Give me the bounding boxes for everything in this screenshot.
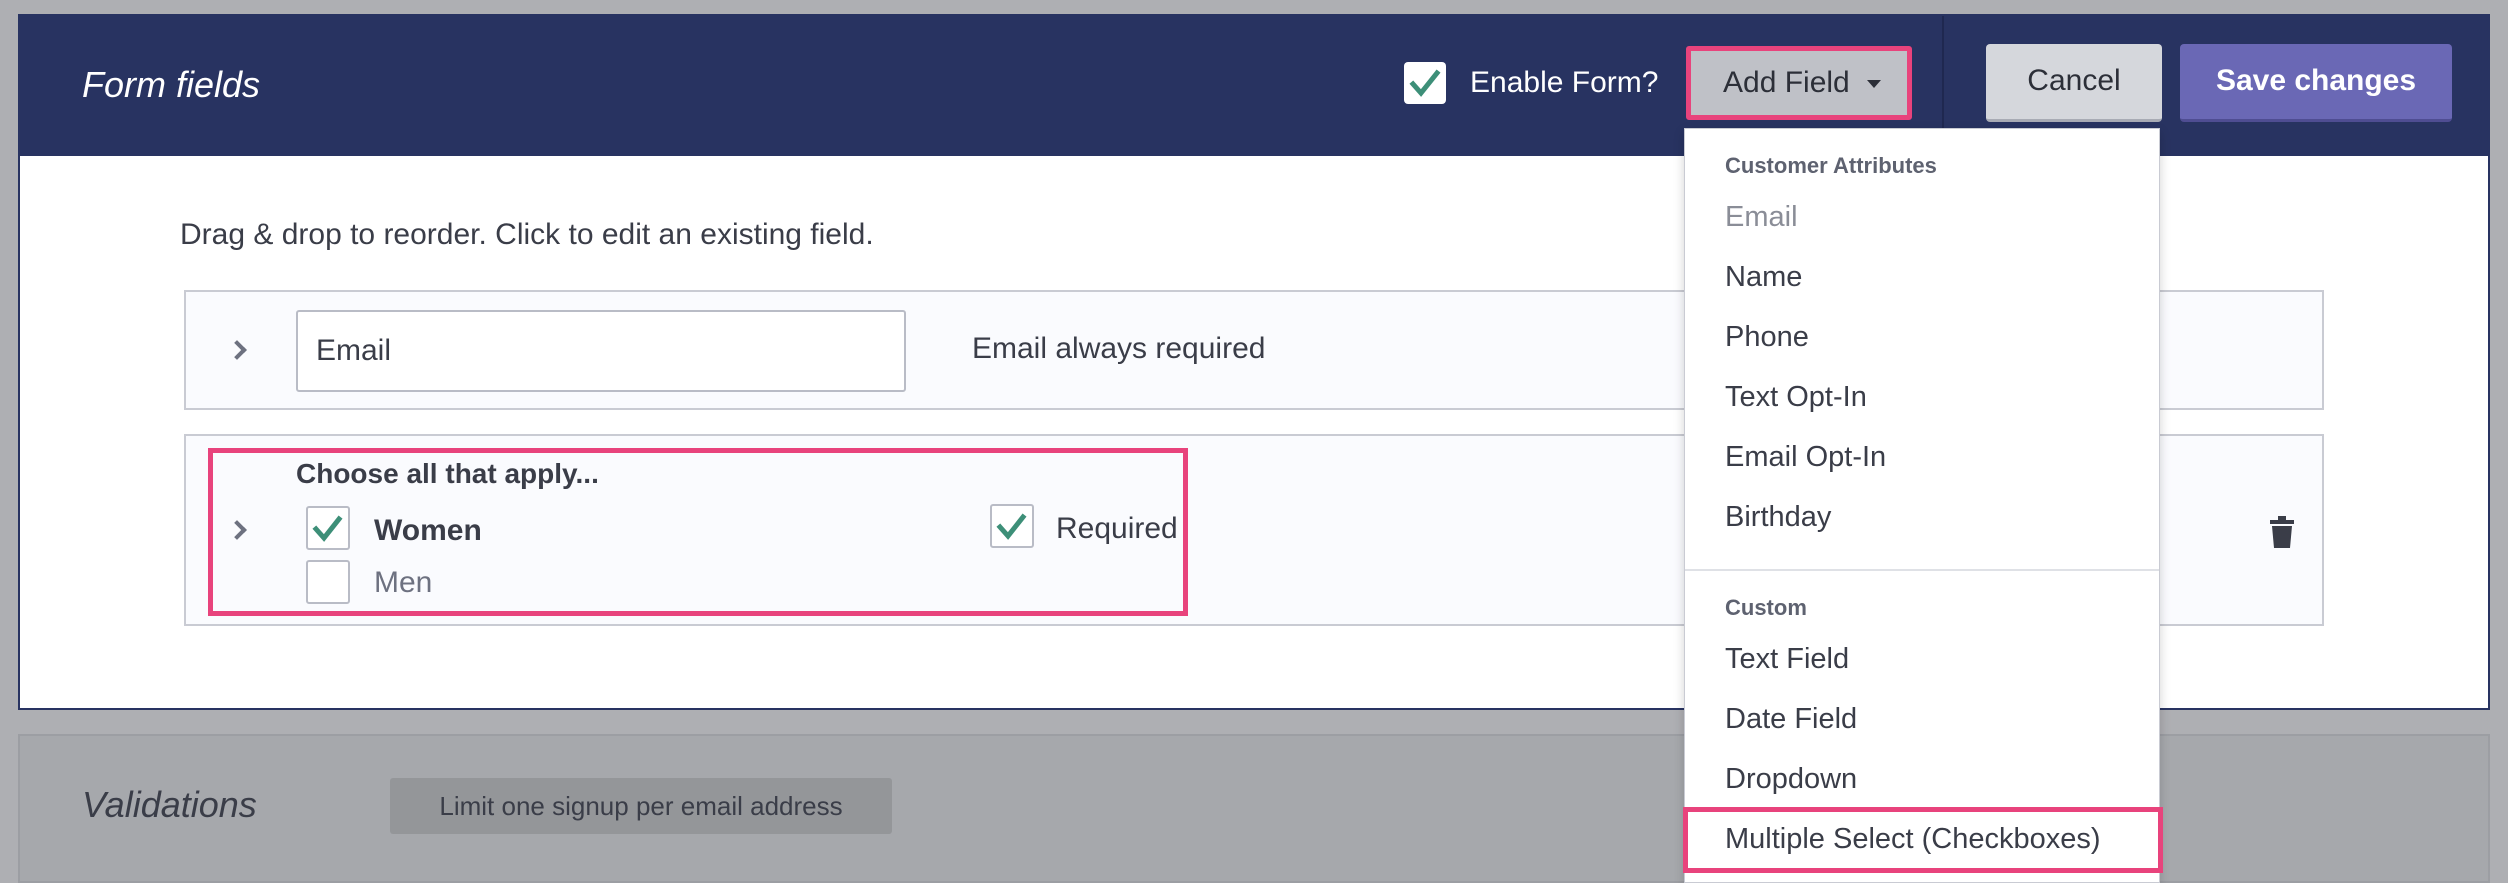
menu-item-multiple-select[interactable]: Multiple Select (Checkboxes) (1725, 823, 2101, 856)
menu-item-birthday[interactable]: Birthday (1725, 501, 1831, 534)
checkmark-icon (1409, 69, 1441, 97)
validation-chip[interactable]: Limit one signup per email address (390, 778, 892, 834)
email-required-note: Email always required (972, 332, 1266, 365)
validations-title: Validations (82, 784, 257, 825)
menu-item-phone[interactable]: Phone (1725, 321, 1809, 354)
menu-item-email-opt-in[interactable]: Email Opt-In (1725, 441, 1886, 474)
chevron-right-icon[interactable] (227, 340, 247, 360)
menu-item-text-opt-in[interactable]: Text Opt-In (1725, 381, 1867, 414)
required-label: Required (1056, 512, 1178, 545)
menu-item-name[interactable]: Name (1725, 261, 1802, 294)
reorder-instructions: Drag & drop to reorder. Click to edit an… (180, 218, 874, 251)
field-question: Choose all that apply... (296, 458, 599, 489)
email-field-input[interactable] (296, 310, 906, 392)
trash-icon[interactable] (2270, 516, 2294, 548)
checkmark-icon (996, 513, 1027, 540)
menu-section-header: Custom (1725, 595, 1807, 620)
menu-item-date-field[interactable]: Date Field (1725, 703, 1857, 736)
checkmark-icon (312, 515, 343, 542)
option-women-checkbox[interactable] (306, 506, 350, 550)
menu-section-header: Customer Attributes (1725, 153, 1937, 178)
add-field-label: Add Field (1723, 66, 1850, 99)
menu-item-text-field[interactable]: Text Field (1725, 643, 1849, 676)
add-field-dropdown-menu: Customer Attributes Email Name Phone Tex… (1683, 128, 2163, 883)
cancel-button[interactable]: Cancel (1986, 44, 2162, 122)
menu-item-email: Email (1725, 201, 1798, 233)
enable-form-checkbox[interactable] (1404, 62, 1446, 104)
option-men-checkbox[interactable] (306, 560, 350, 604)
menu-item-dropdown[interactable]: Dropdown (1725, 763, 1857, 796)
save-changes-button[interactable]: Save changes (2180, 44, 2452, 122)
panel-title: Form fields (82, 64, 261, 105)
option-women-label: Women (374, 514, 482, 547)
required-checkbox[interactable] (990, 504, 1034, 548)
caret-down-icon (1867, 80, 1881, 88)
option-men-label: Men (374, 566, 433, 599)
add-field-button[interactable]: Add Field (1686, 46, 1912, 120)
enable-form-label: Enable Form? (1470, 66, 1659, 99)
menu-divider (1685, 569, 2159, 571)
